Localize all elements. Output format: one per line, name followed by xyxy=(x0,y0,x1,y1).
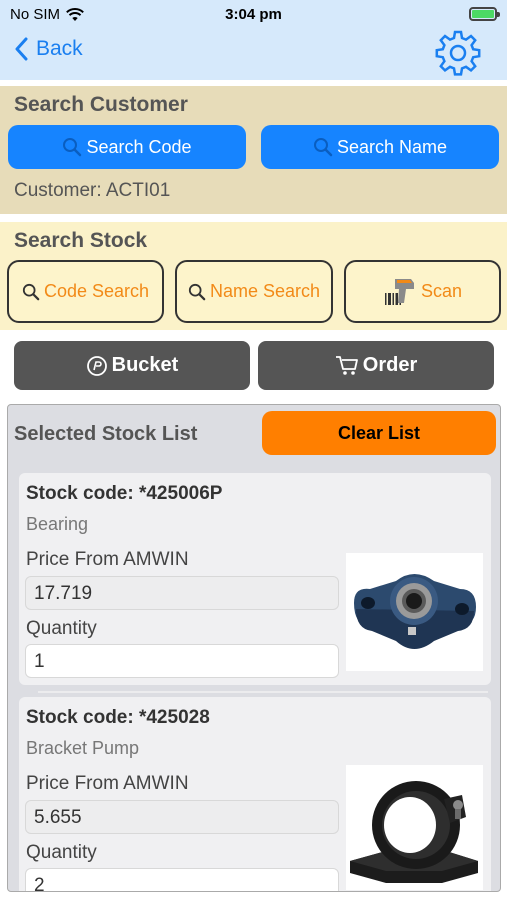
quantity-field[interactable]: 2 xyxy=(25,868,339,891)
bearing-image xyxy=(346,553,483,671)
clear-list-label: Clear List xyxy=(337,422,421,443)
stock-code: Stock code: *425028 xyxy=(26,707,210,728)
scan-button[interactable]: Scan xyxy=(344,260,501,323)
price-field: 17.719 xyxy=(25,576,339,610)
customer-section-title: Search Customer xyxy=(14,93,188,116)
stock-section-title: Search Stock xyxy=(14,229,148,252)
search-code-label: Search Code xyxy=(86,136,192,157)
chevron-left-icon xyxy=(15,37,28,61)
price-field: 5.655 xyxy=(25,800,339,834)
price-label: Price From AMWIN xyxy=(26,549,189,570)
search-icon xyxy=(63,138,82,157)
back-button[interactable]: Back xyxy=(14,37,83,61)
selected-stock-list[interactable]: Selected Stock List Clear List Stock cod… xyxy=(7,404,501,892)
price-label: Price From AMWIN xyxy=(26,773,189,794)
search-name-button[interactable]: Search Name xyxy=(261,125,499,169)
bucket-button[interactable]: Bucket xyxy=(14,341,250,390)
battery-icon xyxy=(469,7,500,21)
top-bar: No SIM 3:04 pm Back xyxy=(0,0,507,80)
bucket-icon xyxy=(86,355,107,376)
cart-icon xyxy=(335,355,358,375)
code-search-label: Code Search xyxy=(43,281,150,301)
gear-icon[interactable] xyxy=(433,28,483,78)
stock-description: Bearing xyxy=(26,514,89,534)
list-item[interactable]: Stock code: *425006P Bearing Price From … xyxy=(19,473,491,685)
pump-bracket-image xyxy=(346,765,483,890)
list-title: Selected Stock List xyxy=(14,423,198,445)
search-code-button[interactable]: Search Code xyxy=(8,125,246,169)
barcode-scanner-icon xyxy=(384,278,414,305)
search-name-label: Search Name xyxy=(336,136,448,157)
quantity-field[interactable]: 1 xyxy=(25,644,339,678)
order-button[interactable]: Order xyxy=(258,341,494,390)
customer-section: Search Customer Search Code Search Name … xyxy=(0,86,507,214)
stock-section: Search Stock Code Search Name Search Sca… xyxy=(0,222,507,330)
customer-value: Customer: ACTI01 xyxy=(14,180,171,201)
list-item[interactable]: Stock code: *425028 Bracket Pump Price F… xyxy=(19,697,491,891)
scan-label: Scan xyxy=(420,281,463,301)
back-label: Back xyxy=(36,37,83,60)
clear-list-button[interactable]: Clear List xyxy=(262,411,496,455)
order-label: Order xyxy=(362,354,418,376)
status-time: 3:04 pm xyxy=(225,6,282,23)
stock-description: Bracket Pump xyxy=(26,738,140,758)
search-icon xyxy=(313,138,333,157)
search-icon xyxy=(22,283,40,300)
code-search-button[interactable]: Code Search xyxy=(7,260,164,323)
stock-code: Stock code: *425006P xyxy=(26,483,223,504)
bucket-label: Bucket xyxy=(111,354,179,376)
search-icon xyxy=(188,283,206,300)
quantity-label: Quantity xyxy=(26,618,97,639)
name-search-button[interactable]: Name Search xyxy=(175,260,333,323)
quantity-label: Quantity xyxy=(26,842,97,863)
name-search-label: Name Search xyxy=(209,281,321,301)
status-bar: No SIM 3:04 pm xyxy=(0,0,507,30)
row-divider xyxy=(38,691,488,693)
